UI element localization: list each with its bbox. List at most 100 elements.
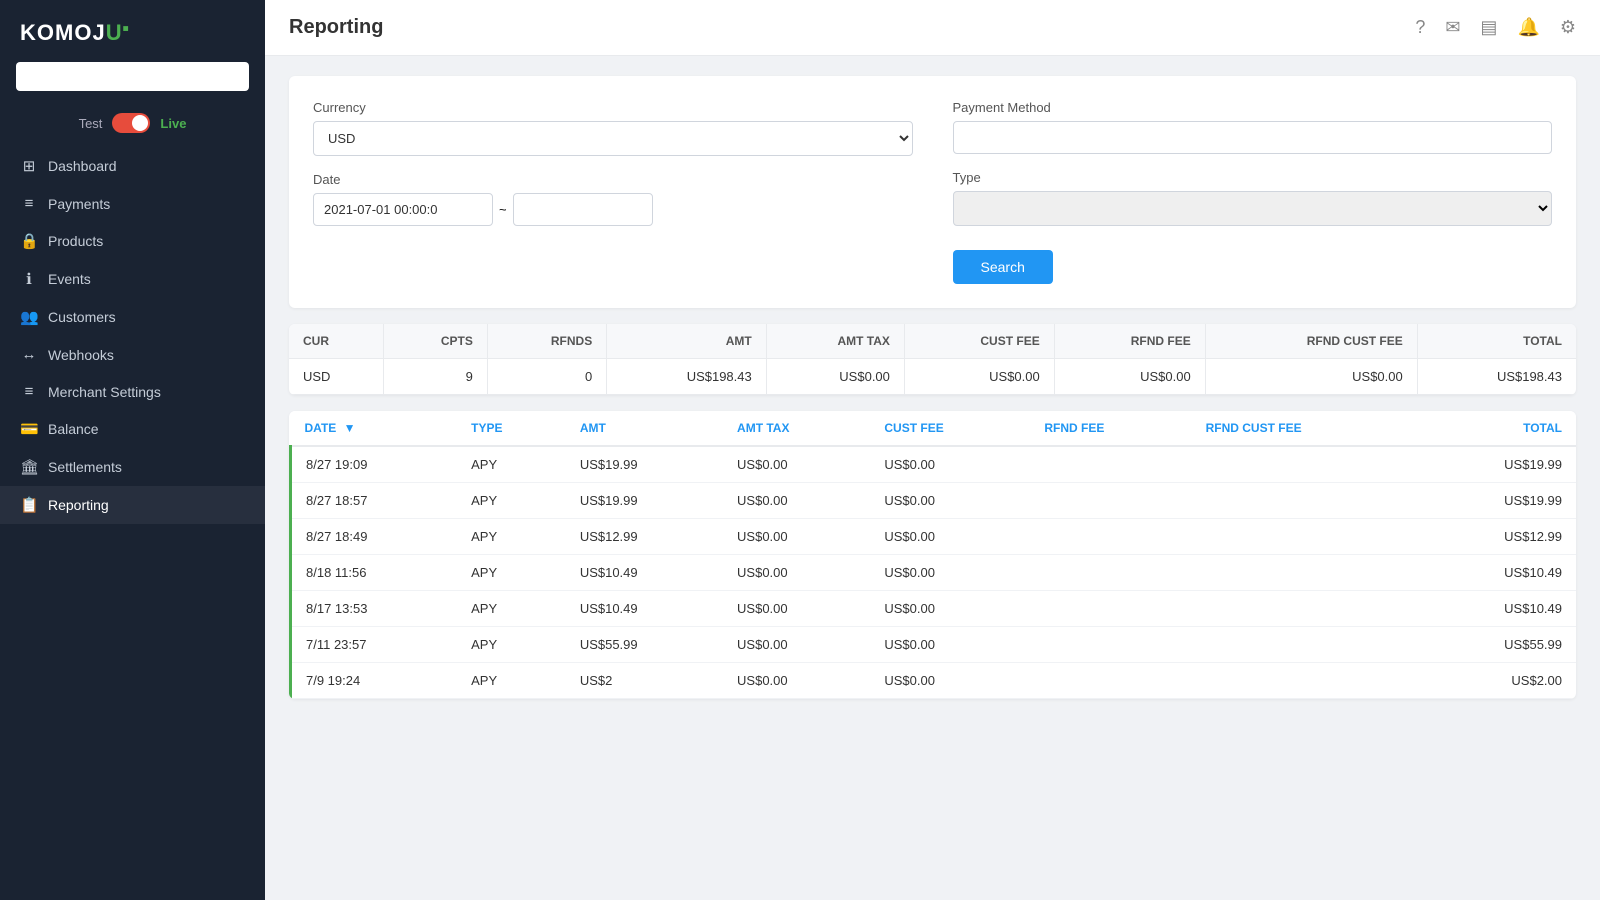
detail-cell-amt-tax: US$0.00 [723,555,870,591]
currency-select[interactable]: USD EUR GBP JPY [313,121,913,156]
date-label: Date [313,172,913,187]
env-toggle-switch[interactable] [112,113,150,133]
detail-cell-amt-tax: US$0.00 [723,627,870,663]
detail-cell-cust-fee: US$0.00 [870,446,1030,483]
document-icon[interactable]: ▤ [1480,17,1497,38]
detail-cell-amt: US$19.99 [566,483,723,519]
summary-col-total: TOTAL [1417,324,1576,359]
detail-cell-amt-tax: US$0.00 [723,446,870,483]
sidebar-search-input[interactable] [16,62,249,91]
customers-icon: 👥 [20,308,38,326]
detail-cell-rfnd-cust-fee [1192,446,1419,483]
sidebar-item-label: Products [48,233,103,249]
summary-cell-amt-tax: US$0.00 [766,359,904,395]
detail-cell-date: 8/27 19:09 [291,446,458,483]
sidebar-item-payments[interactable]: ≡ Payments [0,185,265,222]
detail-row: 8/27 18:49 APY US$12.99 US$0.00 US$0.00 … [291,519,1577,555]
settlements-icon: 🏛 [20,458,38,476]
summary-cell-total: US$198.43 [1417,359,1576,395]
sidebar-item-balance[interactable]: 💳 Balance [0,410,265,448]
test-label: Test [79,116,103,131]
detail-cell-total: US$19.99 [1419,446,1576,483]
summary-cell-amt: US$198.43 [607,359,767,395]
sidebar-item-reporting[interactable]: 📋 Reporting [0,486,265,524]
main-content: Reporting ? ✉ ▤ 🔔 ⚙ Currency USD EUR [265,0,1600,900]
date-from-input[interactable] [313,193,493,226]
date-separator: ~ [499,202,507,217]
summary-cell-rfnd-cust-fee: US$0.00 [1205,359,1417,395]
date-to-input[interactable] [513,193,653,226]
summary-row: USD 9 0 US$198.43 US$0.00 US$0.00 US$0.0… [289,359,1576,395]
detail-col-date[interactable]: DATE ▼ [291,411,458,446]
help-icon[interactable]: ? [1415,17,1425,38]
detail-row: 7/9 19:24 APY US$2 US$0.00 US$0.00 US$2.… [291,663,1577,699]
detail-cell-total: US$55.99 [1419,627,1576,663]
detail-col-amt[interactable]: AMT [566,411,723,446]
sidebar-item-label: Payments [48,196,110,212]
detail-col-total[interactable]: TOTAL [1419,411,1576,446]
logo: KOMOJU■ [0,0,265,62]
sort-arrow-icon: ▼ [344,421,356,435]
detail-cell-cust-fee: US$0.00 [870,591,1030,627]
summary-col-cpts: CPTS [384,324,487,359]
detail-cell-cust-fee: US$0.00 [870,555,1030,591]
detail-cell-type: APY [457,591,566,627]
webhooks-icon: ↔ [20,346,38,363]
sidebar-item-merchant-settings[interactable]: ≡ Merchant Settings [0,373,265,410]
products-icon: 🔒 [20,232,38,250]
payment-method-filter-group: Payment Method [953,100,1553,154]
detail-row: 8/17 13:53 APY US$10.49 US$0.00 US$0.00 … [291,591,1577,627]
page-title: Reporting [289,16,383,39]
topbar: Reporting ? ✉ ▤ 🔔 ⚙ [265,0,1600,56]
search-button[interactable]: Search [953,250,1053,284]
payment-method-label: Payment Method [953,100,1553,115]
sidebar-item-events[interactable]: ℹ Events [0,260,265,298]
sidebar-item-settlements[interactable]: 🏛 Settlements [0,448,265,486]
sidebar-item-products[interactable]: 🔒 Products [0,222,265,260]
sidebar-item-customers[interactable]: 👥 Customers [0,298,265,336]
detail-col-rfnd-fee[interactable]: RFND FEE [1030,411,1191,446]
detail-cell-rfnd-cust-fee [1192,483,1419,519]
type-select[interactable] [953,191,1553,226]
balance-icon: 💳 [20,420,38,438]
payment-method-input[interactable] [953,121,1553,154]
detail-col-cust-fee[interactable]: CUST FEE [870,411,1030,446]
detail-cell-rfnd-fee [1030,627,1191,663]
summary-col-amt-tax: AMT TAX [766,324,904,359]
detail-cell-rfnd-cust-fee [1192,591,1419,627]
detail-cell-rfnd-fee [1030,446,1191,483]
detail-cell-amt: US$55.99 [566,627,723,663]
bell-icon[interactable]: 🔔 [1517,17,1539,38]
detail-row: 8/27 18:57 APY US$19.99 US$0.00 US$0.00 … [291,483,1577,519]
detail-cell-total: US$19.99 [1419,483,1576,519]
detail-cell-rfnd-cust-fee [1192,519,1419,555]
detail-cell-amt: US$19.99 [566,446,723,483]
detail-cell-cust-fee: US$0.00 [870,483,1030,519]
detail-cell-amt-tax: US$0.00 [723,519,870,555]
sidebar-item-dashboard[interactable]: ⊞ Dashboard [0,147,265,185]
reporting-icon: 📋 [20,496,38,514]
detail-col-rfnd-cust-fee[interactable]: RFND CUST FEE [1192,411,1419,446]
detail-cell-date: 8/27 18:57 [291,483,458,519]
summary-col-amt: AMT [607,324,767,359]
sidebar-search-container [0,62,265,107]
detail-cell-rfnd-fee [1030,591,1191,627]
detail-cell-date: 7/11 23:57 [291,627,458,663]
date-filter-group: Date ~ [313,172,913,226]
sidebar-item-webhooks[interactable]: ↔ Webhooks [0,336,265,373]
gear-icon[interactable]: ⚙ [1560,17,1576,38]
detail-cell-type: APY [457,555,566,591]
toggle-knob [132,115,148,131]
detail-cell-type: APY [457,663,566,699]
detail-col-type[interactable]: TYPE [457,411,566,446]
detail-cell-rfnd-fee [1030,663,1191,699]
detail-cell-date: 7/9 19:24 [291,663,458,699]
detail-col-amt-tax[interactable]: AMT TAX [723,411,870,446]
email-icon[interactable]: ✉ [1445,17,1460,38]
detail-cell-date: 8/27 18:49 [291,519,458,555]
detail-cell-rfnd-cust-fee [1192,555,1419,591]
filter-row: Currency USD EUR GBP JPY Date ~ [313,100,1552,284]
detail-cell-amt-tax: US$0.00 [723,663,870,699]
detail-cell-type: APY [457,627,566,663]
events-icon: ℹ [20,270,38,288]
